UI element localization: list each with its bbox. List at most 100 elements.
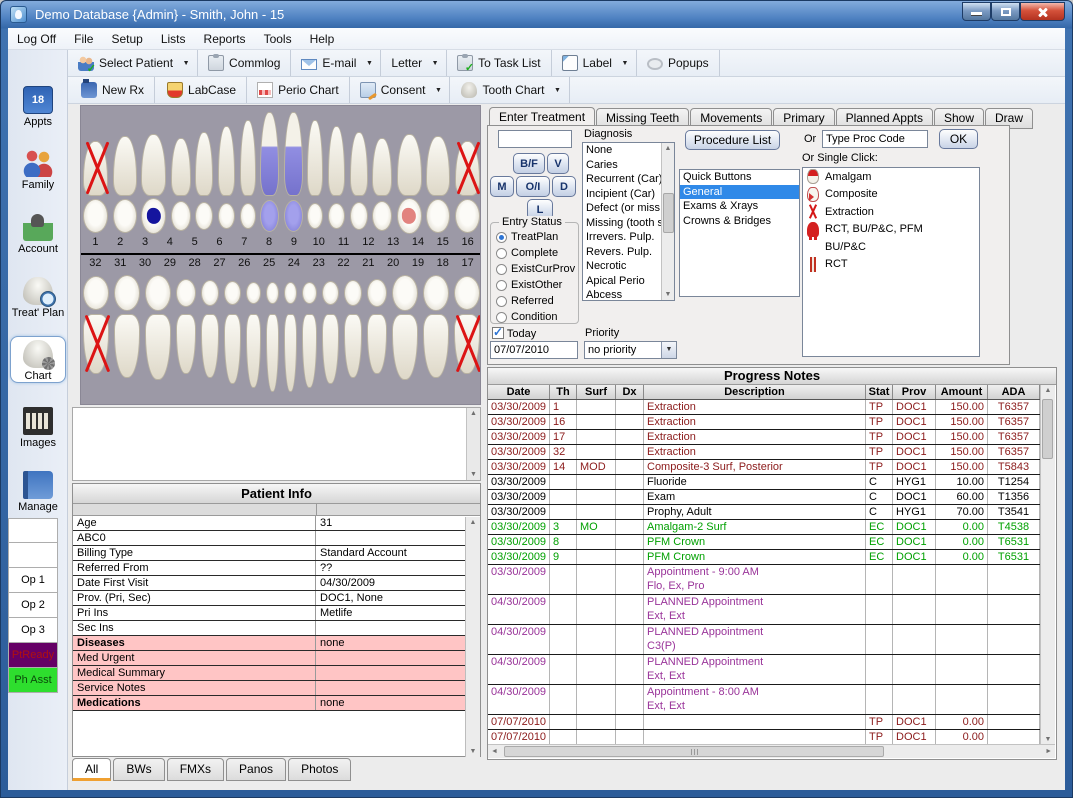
tooth-12-facial[interactable] xyxy=(350,132,368,196)
tooth-18-facial[interactable] xyxy=(423,314,449,378)
tooth-number-input[interactable] xyxy=(498,130,572,148)
progress-notes-hscrollbar[interactable]: ◄► xyxy=(488,744,1055,758)
tooth-27-occlusal[interactable] xyxy=(224,281,241,305)
tooth-8-occlusal[interactable] xyxy=(260,200,279,232)
category-item-crowns-bridges[interactable]: Crowns & Bridges xyxy=(680,214,799,229)
quick-button-categories[interactable]: Quick ButtonsGeneralExams & XraysCrowns … xyxy=(679,169,800,297)
operatory-cell-empty[interactable] xyxy=(8,518,58,543)
tooth-9-facial[interactable] xyxy=(284,112,303,196)
image-tab-panos[interactable]: Panos xyxy=(226,758,286,781)
progress-note-row[interactable]: 04/30/2009PLANNED Appointment Ext, Ext xyxy=(488,595,1040,625)
dropdown-arrow-icon[interactable]: ▼ xyxy=(551,85,565,96)
dropdown-arrow-icon[interactable]: ▼ xyxy=(618,58,632,69)
radio-button[interactable] xyxy=(496,264,507,275)
dropdown-arrow-icon[interactable]: ▼ xyxy=(431,85,445,96)
operatory-cell-ph-asst[interactable]: Ph Asst xyxy=(8,668,58,693)
tooth-22-occlusal[interactable] xyxy=(322,281,339,305)
tooth-13-occlusal[interactable] xyxy=(372,201,392,231)
patient-info-row[interactable]: Pri InsMetlife xyxy=(73,606,480,621)
tooth-6-facial[interactable] xyxy=(218,126,235,196)
priority-dropdown[interactable]: no priority ▼ xyxy=(584,341,677,359)
menu-item-reports[interactable]: Reports xyxy=(195,30,255,48)
tooth-14-occlusal[interactable] xyxy=(397,198,422,234)
quick-proc-rct-bu-p-c-pfm[interactable]: RCT, BU/P&C, PFM xyxy=(803,221,979,239)
quick-proc-bu-p-c[interactable]: BU/P&C xyxy=(803,238,979,256)
column-header-ada-code[interactable]: ADA Code xyxy=(988,385,1040,399)
tooth-24-occlusal[interactable] xyxy=(284,282,297,304)
dropdown-arrow-icon[interactable]: ▼ xyxy=(428,58,442,69)
tooth-9-occlusal[interactable] xyxy=(284,200,303,232)
entry-status-option-existother[interactable]: ExistOther xyxy=(491,277,578,293)
operatory-cell-empty[interactable] xyxy=(8,543,58,568)
toolbar-button-label[interactable]: Label xyxy=(556,53,618,73)
tooth-11-occlusal[interactable] xyxy=(328,203,345,229)
tooth-2-occlusal[interactable] xyxy=(113,199,137,233)
patient-info-row[interactable]: Age31 xyxy=(73,516,480,531)
patient-info-row[interactable]: Prov. (Pri, Sec)DOC1, None xyxy=(73,591,480,606)
ok-button[interactable]: OK xyxy=(939,129,978,149)
progress-note-row[interactable]: 04/30/2009PLANNED Appointment C3(P) xyxy=(488,625,1040,655)
proc-code-input[interactable] xyxy=(822,130,928,148)
progress-note-row[interactable]: 03/30/2009Prophy, AdultCHYG170.00T3541 xyxy=(488,505,1040,520)
minimize-button[interactable] xyxy=(962,2,991,21)
tooth-7-facial[interactable] xyxy=(240,120,256,196)
priority-dropdown-arrow-icon[interactable]: ▼ xyxy=(661,342,676,358)
canvas-scrollbar[interactable]: ▲▼ xyxy=(466,408,480,480)
chart-notes-canvas[interactable]: ▲▼ xyxy=(72,407,481,481)
category-item-exams-xrays[interactable]: Exams & Xrays xyxy=(680,199,799,214)
progress-notes-vscrollbar[interactable]: ▲ ▼ xyxy=(1040,385,1055,745)
patient-info-row[interactable]: ABC0 xyxy=(73,531,480,546)
patient-info-row[interactable]: Sec Ins xyxy=(73,621,480,636)
sidebar-item-family[interactable]: Family xyxy=(10,146,66,191)
tooth-14-facial[interactable] xyxy=(397,134,422,196)
tooth-1-occlusal[interactable] xyxy=(83,199,108,233)
progress-note-row[interactable]: 03/30/20091ExtractionTPDOC1150.00T6357 xyxy=(488,400,1040,415)
image-tab-bws[interactable]: BWs xyxy=(113,758,164,781)
tooth-31-facial[interactable] xyxy=(114,314,140,378)
toolbar-button-to-task-list[interactable]: To Task List xyxy=(451,53,546,73)
patient-info-row[interactable]: Service Notes xyxy=(73,681,480,696)
progress-note-row[interactable]: 03/30/2009Appointment - 9:00 AM Flo, Ex,… xyxy=(488,565,1040,595)
tooth-5-occlusal[interactable] xyxy=(195,202,213,230)
procedure-list-button[interactable]: Procedure List xyxy=(685,130,780,150)
diagnosis-scrollbar[interactable]: ▲▼ xyxy=(661,143,674,300)
entry-status-option-condition[interactable]: Condition xyxy=(491,309,578,325)
column-header-description[interactable]: Description xyxy=(644,385,866,399)
progress-note-row[interactable]: 04/30/2009PLANNED Appointment Ext, Ext xyxy=(488,655,1040,685)
tooth-3-facial[interactable] xyxy=(141,134,166,196)
progress-note-row[interactable]: 07/07/2010TPDOC10.00 xyxy=(488,730,1040,745)
title-bar[interactable]: Demo Database {Admin} - Smith, John - 15 xyxy=(0,0,1073,28)
radio-button[interactable] xyxy=(496,312,507,323)
sidebar-item-account[interactable]: Account xyxy=(10,210,66,255)
menu-item-tools[interactable]: Tools xyxy=(255,30,301,48)
patient-info-row[interactable]: Date First Visit04/30/2009 xyxy=(73,576,480,591)
progress-note-row[interactable]: 03/30/2009FluorideCHYG110.00T1254 xyxy=(488,475,1040,490)
toolbar-button-commlog[interactable]: Commlog xyxy=(202,53,286,73)
tooth-21-occlusal[interactable] xyxy=(344,280,362,306)
tooth-16-occlusal[interactable] xyxy=(455,199,480,233)
progress-note-row[interactable]: 03/30/200916ExtractionTPDOC1150.00T6357 xyxy=(488,415,1040,430)
image-tab-all[interactable]: All xyxy=(72,758,111,781)
quick-proc-rct[interactable]: RCT xyxy=(803,256,979,274)
menu-item-help[interactable]: Help xyxy=(301,30,344,48)
maximize-button[interactable] xyxy=(991,2,1020,21)
tooth-31-occlusal[interactable] xyxy=(114,275,140,311)
tooth-15-occlusal[interactable] xyxy=(426,199,450,233)
sidebar-item-treatplan[interactable]: Treat' Plan xyxy=(10,274,66,319)
entry-status-option-treatplan[interactable]: TreatPlan xyxy=(491,229,578,245)
quick-procedure-list[interactable]: AmalgamCompositeExtractionRCT, BU/P&C, P… xyxy=(802,167,980,357)
entry-status-option-referred[interactable]: Referred xyxy=(491,293,578,309)
tooth-20-facial[interactable] xyxy=(367,314,387,374)
sidebar-item-appts[interactable]: 18Appts xyxy=(10,83,66,128)
dropdown-arrow-icon[interactable]: ▼ xyxy=(179,58,193,69)
progress-note-row[interactable]: 03/30/200917ExtractionTPDOC1150.00T6357 xyxy=(488,430,1040,445)
entry-status-option-complete[interactable]: Complete xyxy=(491,245,578,261)
menu-item-file[interactable]: File xyxy=(65,30,102,48)
today-checkbox[interactable] xyxy=(492,327,504,339)
surface-bf-button[interactable]: B/F xyxy=(513,153,545,174)
tooth-28-facial[interactable] xyxy=(201,314,219,378)
radio-button[interactable] xyxy=(496,248,507,259)
tooth-28-occlusal[interactable] xyxy=(201,280,219,306)
patient-info-row[interactable]: Medical Summary xyxy=(73,666,480,681)
progress-note-row[interactable]: 03/30/2009ExamCDOC160.00T1356 xyxy=(488,490,1040,505)
